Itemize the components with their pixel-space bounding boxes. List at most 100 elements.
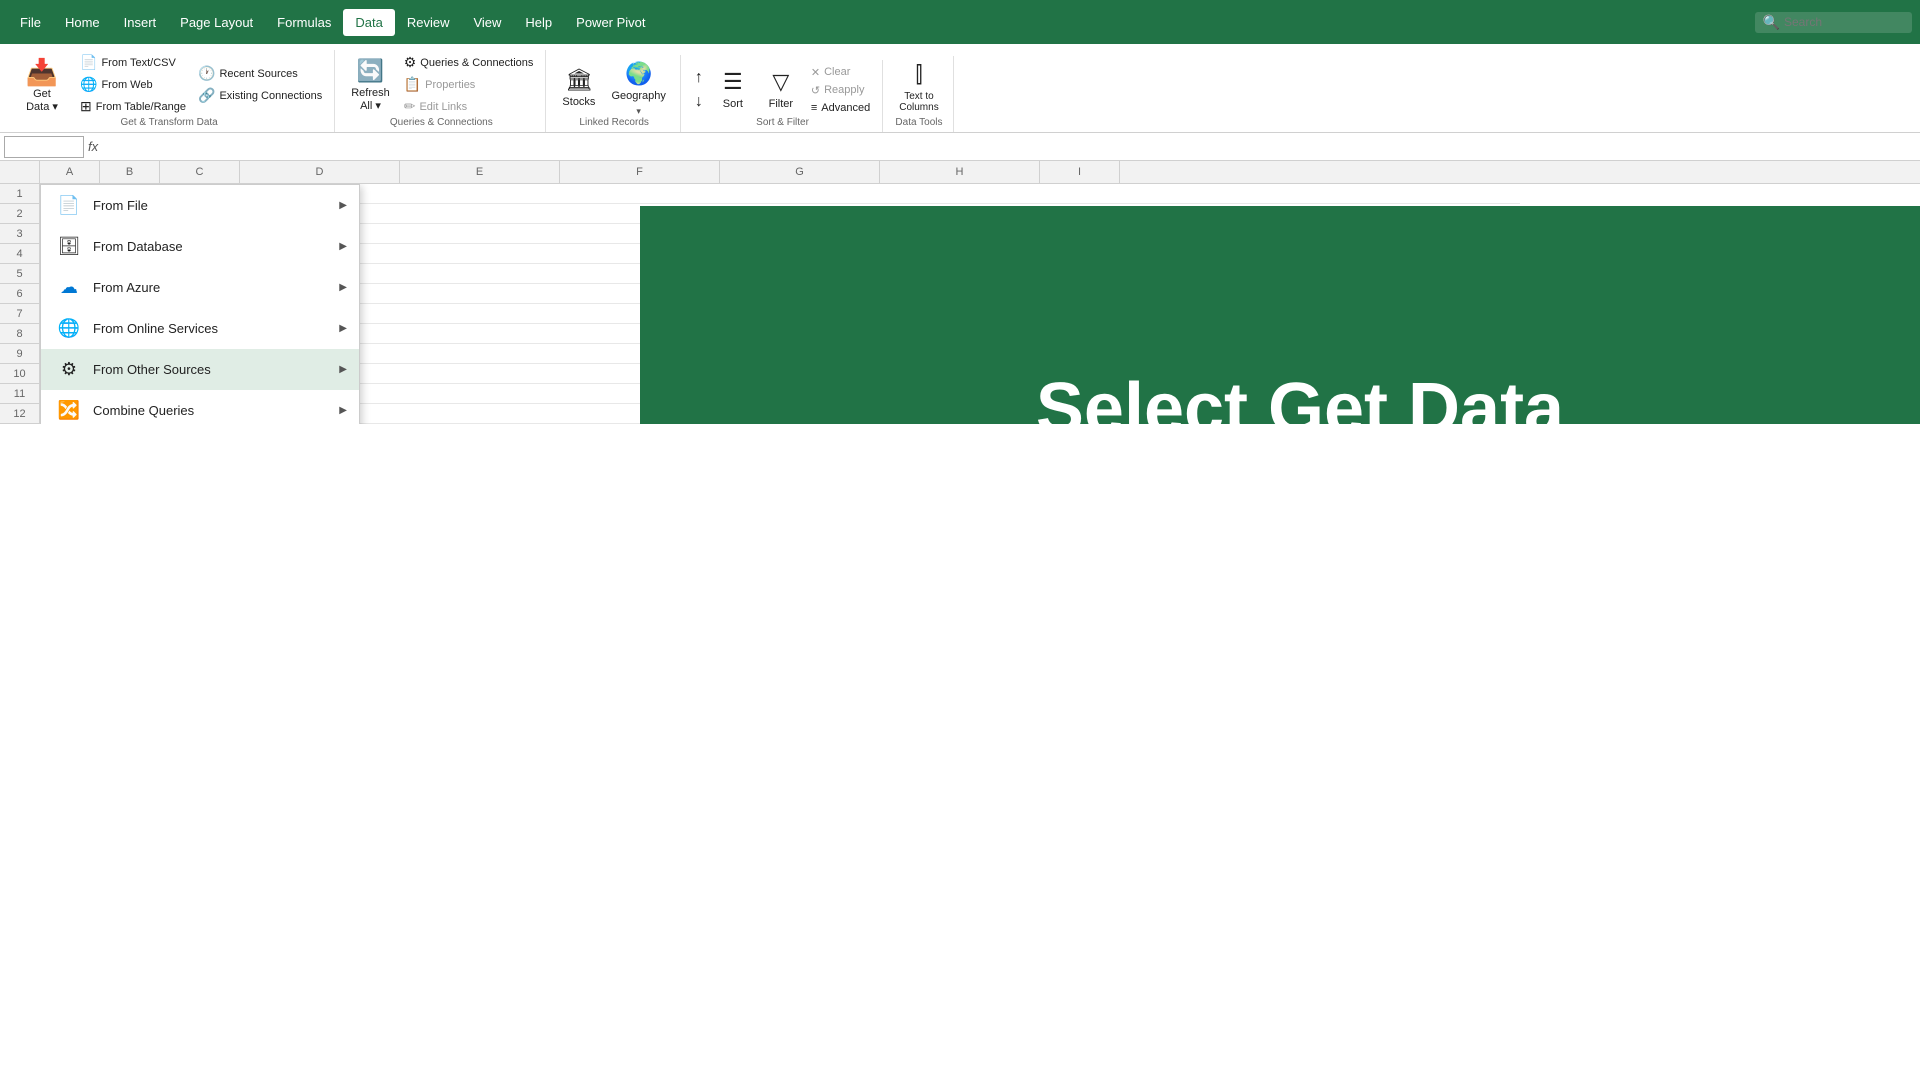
ribbon-group-sort-filter: ↑ ↓ ☰ Sort ▽ Filter ✕ Clea (683, 60, 883, 132)
combine-queries-label: Combine Queries (93, 403, 194, 418)
from-azure-chevron: ▶ (339, 282, 347, 293)
sort-label: Sort (723, 98, 743, 110)
dropdown-from-azure[interactable]: ☁ From Azure ▶ (41, 267, 359, 308)
name-box[interactable] (4, 136, 84, 158)
refresh-all-button[interactable]: 🔄 RefreshAll ▾ (345, 54, 396, 116)
row-header-7[interactable]: 7 (0, 304, 39, 324)
dropdown-from-online-services[interactable]: 🌐 From Online Services ▶ (41, 308, 359, 349)
row-header-4[interactable]: 4 (0, 244, 39, 264)
reapply-button[interactable]: ↺ Reapply (807, 82, 874, 99)
col-header-f[interactable]: F (560, 161, 720, 183)
menu-formulas[interactable]: Formulas (265, 9, 343, 36)
properties-label: Properties (425, 79, 475, 91)
stocks-button[interactable]: 🏛 Stocks (556, 63, 601, 112)
row-header-3[interactable]: 3 (0, 224, 39, 244)
filter-button[interactable]: ▽ Filter (759, 65, 803, 114)
sort-button[interactable]: ☰ Sort (711, 65, 755, 114)
recent-sources-button[interactable]: 🕐 Recent Sources (194, 63, 326, 84)
connections-label: Existing Connections (219, 90, 322, 102)
menu-home[interactable]: Home (53, 9, 112, 36)
properties-button[interactable]: 📋 Properties (400, 74, 538, 95)
dropdown-from-database[interactable]: 🗄 From Database ▶ (41, 226, 359, 267)
col-header-h[interactable]: H (880, 161, 1040, 183)
row-header-5[interactable]: 5 (0, 264, 39, 284)
col-header-b[interactable]: B (100, 161, 160, 183)
row-header-9[interactable]: 9 (0, 344, 39, 364)
search-input[interactable] (1784, 15, 1904, 29)
table-icon: ⊞ (80, 98, 92, 115)
ribbon-group-linked: 🏛 Stocks 🌍 Geography ▾ Linked Records (548, 55, 680, 132)
from-database-chevron: ▶ (339, 241, 347, 252)
sort-az-icon: ↑ (695, 69, 703, 87)
menu-page-layout[interactable]: Page Layout (168, 9, 265, 36)
menu-bar: File Home Insert Page Layout Formulas Da… (0, 0, 1920, 44)
col-header-c[interactable]: C (160, 161, 240, 183)
col-header-a[interactable]: A (40, 161, 100, 183)
from-text-csv-button[interactable]: 📄 From Text/CSV (76, 52, 190, 73)
geography-label: Geography (611, 90, 665, 102)
advanced-button[interactable]: ≡ Advanced (807, 100, 874, 116)
geography-icon: 🌍 (625, 61, 652, 87)
ribbon-group-queries: 🔄 RefreshAll ▾ ⚙ Queries & Connections 📋… (337, 50, 546, 132)
ribbon-group-data-tools: ⫿ Text toColumns Data Tools (885, 56, 953, 132)
dropdown-from-other-sources[interactable]: ⚙ From Other Sources ▶ (41, 349, 359, 390)
menu-data[interactable]: Data (343, 9, 394, 36)
ribbon-group-get-transform: 📥 Get Data ▾ 📄 From Text/CSV 🌐 From Web … (4, 50, 335, 132)
row-header-2[interactable]: 2 (0, 204, 39, 224)
from-file-chevron: ▶ (339, 200, 347, 211)
queries-connections-label: Queries & Connections (345, 117, 537, 130)
dropdown-from-file[interactable]: 📄 From File ▶ (41, 185, 359, 226)
get-data-label2: Data ▾ (26, 100, 58, 113)
combine-queries-icon: 🔀 (57, 400, 81, 421)
row-header-10[interactable]: 10 (0, 364, 39, 384)
menu-review[interactable]: Review (395, 9, 462, 36)
data-tools-label: Data Tools (893, 117, 944, 130)
get-data-button[interactable]: 📥 Get Data ▾ (12, 53, 72, 117)
sort-za-icon: ↓ (695, 93, 703, 111)
col-header-i[interactable]: I (1040, 161, 1120, 183)
edit-links-icon: ✏ (404, 98, 416, 115)
highlight-line1: Select Get Data (1036, 369, 1564, 424)
edit-links-label: Edit Links (419, 101, 467, 113)
col-header-g[interactable]: G (720, 161, 880, 183)
from-database-label: From Database (93, 239, 183, 254)
geography-button[interactable]: 🌍 Geography (605, 57, 671, 106)
clear-button[interactable]: ✕ Clear (807, 64, 874, 81)
filter-icon: ▽ (772, 69, 789, 95)
text-csv-icon: 📄 (80, 54, 97, 71)
edit-links-button[interactable]: ✏ Edit Links (400, 96, 538, 117)
row-header-1[interactable]: 1 (0, 184, 39, 204)
reapply-icon: ↺ (811, 84, 820, 97)
fx-label: fx (88, 139, 98, 154)
linked-records-label: Linked Records (556, 117, 671, 130)
sort-za-button[interactable]: ↓ (691, 91, 707, 113)
web-label: From Web (101, 79, 152, 91)
menu-view[interactable]: View (461, 9, 513, 36)
dropdown-combine-queries[interactable]: 🔀 Combine Queries ▶ (41, 390, 359, 424)
menu-power-pivot[interactable]: Power Pivot (564, 9, 657, 36)
row-header-6[interactable]: 6 (0, 284, 39, 304)
web-icon: 🌐 (80, 76, 97, 93)
from-other-sources-icon: ⚙ (57, 359, 81, 380)
existing-connections-button[interactable]: 🔗 Existing Connections (194, 85, 326, 106)
col-header-d[interactable]: D (240, 161, 400, 183)
get-transform-label: Get & Transform Data (12, 117, 326, 130)
row-header-8[interactable]: 8 (0, 324, 39, 344)
from-table-range-button[interactable]: ⊞ From Table/Range (76, 96, 190, 117)
from-online-services-icon: 🌐 (57, 318, 81, 339)
highlight-box: Select Get Data From Other Sources From … (640, 206, 1920, 424)
menu-insert[interactable]: Insert (112, 9, 169, 36)
row-header-11[interactable]: 11 (0, 384, 39, 404)
menu-help[interactable]: Help (513, 9, 564, 36)
from-file-label: From File (93, 198, 148, 213)
stocks-icon: 🏛 (565, 67, 593, 93)
from-web-ribbon-button[interactable]: 🌐 From Web (76, 74, 190, 95)
sort-az-button[interactable]: ↑ (691, 67, 707, 89)
get-data-label: Get (33, 88, 51, 100)
col-header-e[interactable]: E (400, 161, 560, 183)
menu-file[interactable]: File (8, 9, 53, 36)
text-to-columns-button[interactable]: ⫿ Text toColumns (893, 58, 944, 117)
row-header-12[interactable]: 12 (0, 404, 39, 424)
queries-connections-button[interactable]: ⚙ Queries & Connections (400, 52, 538, 73)
combine-queries-chevron: ▶ (339, 405, 347, 416)
